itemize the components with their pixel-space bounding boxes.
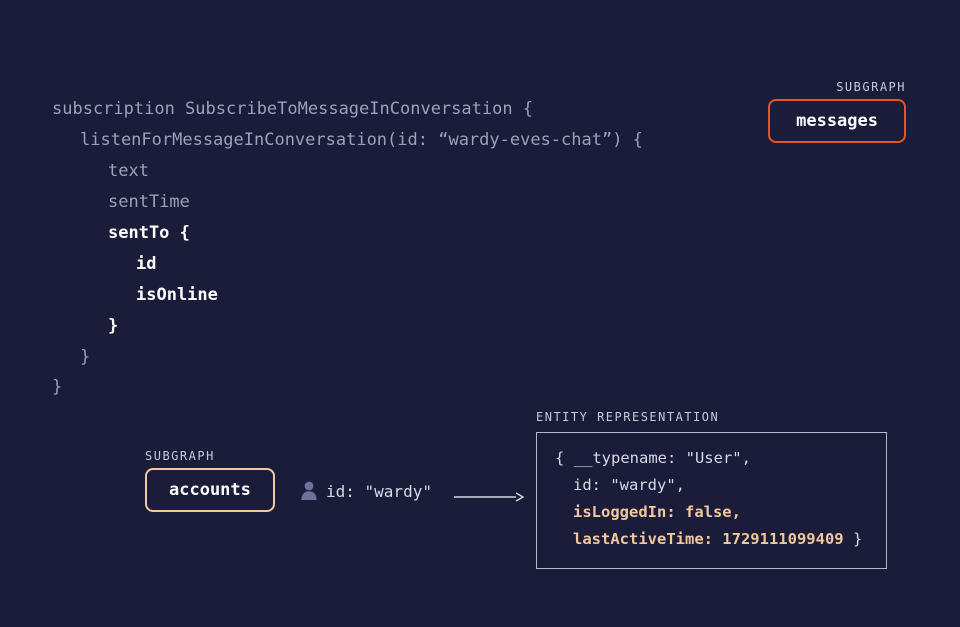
entity-representation-box: { __typename: "User", id: "wardy", isLog… — [536, 432, 887, 569]
entity-representation-label: ENTITY REPRESENTATION — [536, 410, 719, 424]
entity-line-4: lastActiveTime: 1729111099409 } — [555, 526, 868, 553]
code-line-9: } — [52, 342, 643, 373]
code-line-8: } — [52, 311, 643, 342]
subgraph-label-messages: SUBGRAPH — [836, 80, 906, 94]
code-line-7: isOnline — [52, 280, 643, 311]
code-line-6: id — [52, 249, 643, 280]
subgraph-box-accounts: accounts — [145, 468, 275, 512]
code-line-3: text — [52, 156, 643, 187]
code-line-2: listenForMessageInConversation(id: “ward… — [52, 125, 643, 156]
entity-line-3: isLoggedIn: false, — [555, 499, 868, 526]
code-line-5: sentTo { — [52, 218, 643, 249]
entity-line-1: { __typename: "User", — [555, 445, 868, 472]
code-line-10: } — [52, 372, 643, 403]
code-line-1: subscription SubscribeToMessageInConvers… — [52, 94, 643, 125]
user-id-text: id: "wardy" — [326, 482, 432, 501]
subgraph-label-accounts: SUBGRAPH — [145, 449, 215, 463]
code-line-4: sentTime — [52, 187, 643, 218]
entity-line-4-highlight: lastActiveTime: 1729111099409 — [573, 530, 844, 548]
subscription-code-block: subscription SubscribeToMessageInConvers… — [52, 94, 643, 403]
entity-line-2: id: "wardy", — [555, 472, 868, 499]
user-icon — [300, 480, 318, 505]
arrow-icon — [454, 491, 524, 493]
entity-line-4-brace: } — [844, 530, 863, 548]
subgraph-box-messages: messages — [768, 99, 906, 143]
